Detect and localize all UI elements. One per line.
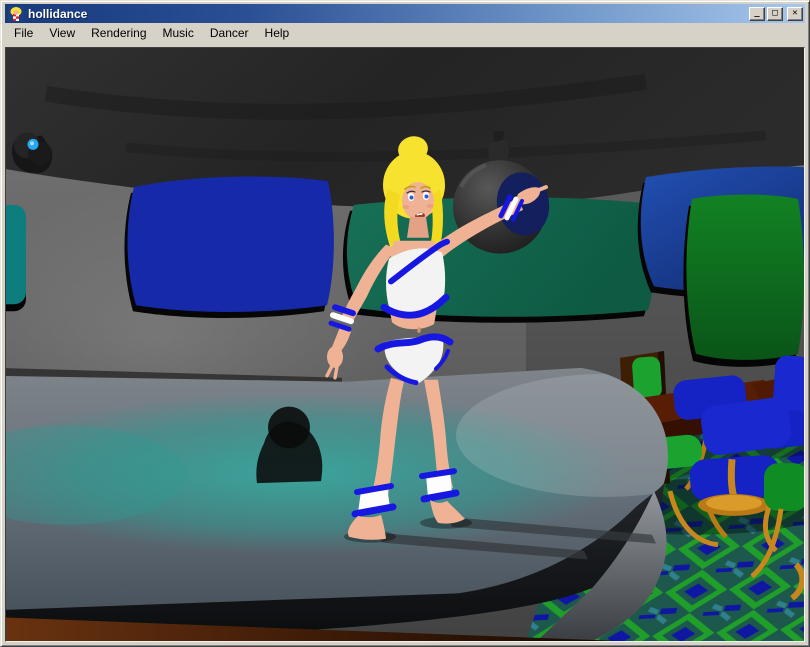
dancer-left-hand (327, 346, 343, 368)
scene-3d (6, 48, 804, 641)
menu-view[interactable]: View (41, 24, 83, 43)
menu-help[interactable]: Help (257, 24, 298, 43)
minimize-button[interactable]: _ (749, 7, 765, 21)
menu-rendering[interactable]: Rendering (83, 24, 154, 43)
menu-bar: File View Rendering Music Dancer Help (4, 23, 806, 44)
maximize-button[interactable]: □ (767, 7, 783, 21)
navel (417, 327, 421, 333)
app-icon (8, 6, 24, 22)
pedestal-gold (731, 459, 734, 497)
menu-music[interactable]: Music (155, 24, 202, 43)
render-viewport[interactable] (5, 47, 805, 642)
app-window: hollidance _ □ ✕ File View Rendering Mus… (0, 0, 810, 647)
menu-file[interactable]: File (6, 24, 41, 43)
close-button[interactable]: ✕ (787, 7, 803, 21)
wall-panel-green-right (683, 195, 804, 367)
wall-panel-teal-left (6, 205, 26, 311)
window-title: hollidance (28, 7, 749, 21)
titlebar[interactable]: hollidance _ □ ✕ (5, 4, 805, 23)
chair-green-far-right (764, 463, 804, 511)
menu-dancer[interactable]: Dancer (202, 24, 257, 43)
wall-panel-blue-left (124, 176, 333, 317)
